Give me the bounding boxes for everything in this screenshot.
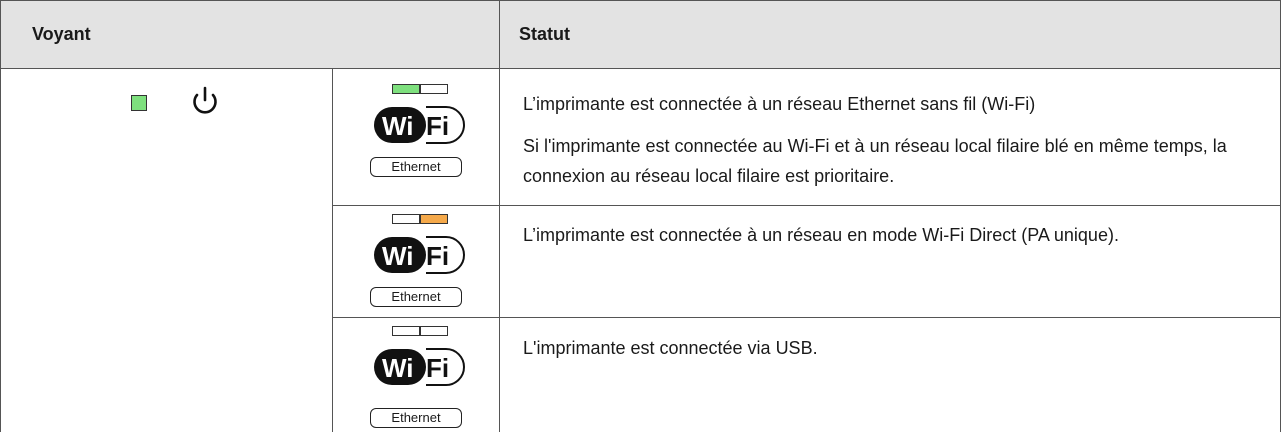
ethernet-label-3: Ethernet <box>370 408 462 428</box>
wifi-icon: Wi Fi <box>374 106 465 144</box>
led-segment-right <box>420 214 448 224</box>
row-divider-1 <box>332 205 1281 206</box>
wifi-wi-text: Wi <box>382 111 414 141</box>
led-segment-right <box>420 326 448 336</box>
network-led-row-1 <box>392 84 448 94</box>
led-segment-right <box>420 84 448 94</box>
status-row-3-line-1: L'imprimante est connectée via USB. <box>523 338 818 358</box>
status-table: Voyant Statut Wi Fi Ethernet Wi Fi Ether… <box>0 0 1281 432</box>
wifi-fi-text: Fi <box>426 241 449 271</box>
wifi-icon: Wi Fi <box>374 236 465 274</box>
column-divider-1 <box>332 68 333 432</box>
ethernet-label-1: Ethernet <box>370 157 462 177</box>
led-segment-left <box>392 326 420 336</box>
status-row-1-line-2: Si l'imprimante est connectée au Wi-Fi e… <box>523 136 1227 186</box>
column-divider-2 <box>499 68 500 432</box>
wifi-wi-text: Wi <box>382 241 414 271</box>
table-header: Voyant Statut <box>1 0 1280 69</box>
power-led-indicator <box>131 95 147 111</box>
header-voyant: Voyant <box>32 24 91 44</box>
power-icon <box>193 86 217 114</box>
led-segment-left <box>392 214 420 224</box>
network-led-row-2 <box>392 214 448 224</box>
header-divider <box>499 1 500 68</box>
wifi-icon: Wi Fi <box>374 348 465 386</box>
row-divider-2 <box>332 317 1281 318</box>
wifi-fi-text: Fi <box>426 353 449 383</box>
network-led-row-3 <box>392 326 448 336</box>
led-segment-left <box>392 84 420 94</box>
ethernet-label-2: Ethernet <box>370 287 462 307</box>
header-statut: Statut <box>519 24 570 44</box>
wifi-fi-text: Fi <box>426 111 449 141</box>
status-row-1-line-1: L’imprimante est connectée à un réseau E… <box>523 94 1036 114</box>
wifi-wi-text: Wi <box>382 353 414 383</box>
status-row-2-line-1: L’imprimante est connectée à un réseau e… <box>523 225 1119 245</box>
